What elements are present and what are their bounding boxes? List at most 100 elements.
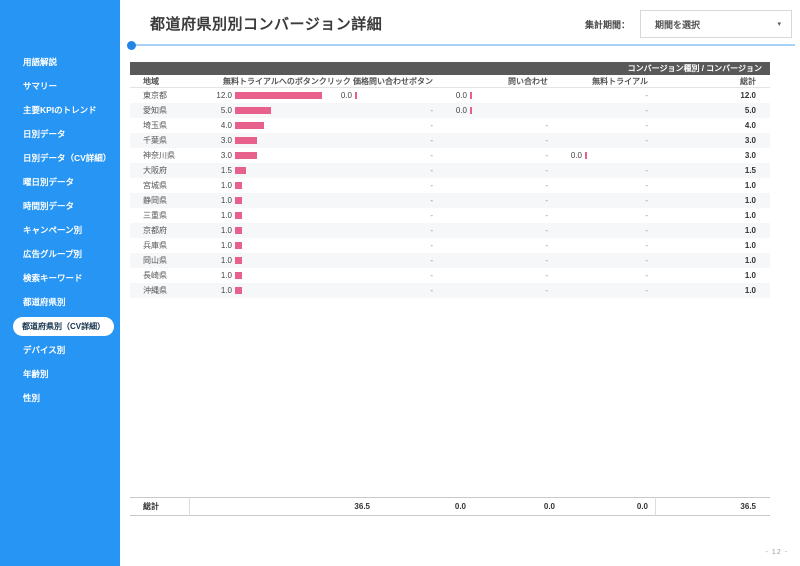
metric-cell-empty: - [330, 253, 445, 268]
total-cell: 1.0 [660, 193, 770, 208]
metric-cell: 4.0 [210, 118, 330, 133]
total-cell: 4.0 [660, 118, 770, 133]
table-header-row: 地域無料トライアルへのボタンクリック価格問い合わせボタン問い合わせ無料トライアル… [130, 75, 770, 88]
table-row: 埼玉県4.0---4.0 [130, 118, 770, 133]
table-row: 沖縄県1.0---1.0 [130, 283, 770, 298]
bar-track [232, 137, 330, 144]
sidebar-item-active[interactable]: 都道府県別（CV詳細） [0, 314, 120, 338]
total-cell: 3.0 [660, 148, 770, 163]
total-cell: 1.0 [660, 178, 770, 193]
metric-cell-empty: - [560, 283, 660, 298]
bar-track [232, 227, 330, 234]
bar-track [232, 287, 330, 294]
sidebar-item[interactable]: 検索キーワード [0, 266, 120, 290]
total-cell: 1.0 [660, 223, 770, 238]
metric-cell-empty: - [330, 208, 445, 223]
metric-cell: 5.0 [210, 103, 330, 118]
sidebar-item[interactable]: 広告グループ別 [0, 242, 120, 266]
metric-cell-empty: - [330, 133, 445, 148]
metric-cell: 1.5 [210, 163, 330, 178]
total-cell: 12.0 [660, 88, 770, 103]
conversion-report: コンバージョン種別 / コンバージョン 地域無料トライアルへのボタンクリック価格… [130, 62, 770, 516]
region-cell: 兵庫県 [130, 238, 210, 253]
sidebar-item[interactable]: 曜日別データ [0, 170, 120, 194]
metric-value: 5.0 [210, 106, 232, 115]
total-cell: 1.0 [660, 268, 770, 283]
metric-cell-empty: - [445, 193, 560, 208]
bar-track [232, 107, 330, 114]
total-cell: 1.0 [660, 253, 770, 268]
metric-cell: 1.0 [210, 178, 330, 193]
sidebar-nav: 用語解説サマリー主要KPIのトレンド日別データ日別データ（CV詳細） 曜日別データ… [0, 0, 120, 410]
main-content: 都道府県別別コンバージョン詳細 集計期間： 期間を選択 ▾ コンバージョン種別 … [120, 0, 800, 566]
total-cell: 1.0 [660, 208, 770, 223]
sidebar-item[interactable]: 主要KPIのトレンド [0, 98, 120, 122]
metric-cell-empty: - [445, 133, 560, 148]
bar [235, 212, 242, 219]
bar [235, 152, 257, 159]
metric-cell-empty: - [560, 103, 660, 118]
metric-cell: 1.0 [210, 193, 330, 208]
app-window: 用語解説サマリー主要KPIのトレンド日別データ日別データ（CV詳細） 曜日別データ… [0, 0, 800, 566]
table-row: 長崎県1.0---1.0 [130, 268, 770, 283]
page-number: - 12 - [766, 549, 788, 556]
totals-value: 36.5 [190, 497, 372, 516]
sidebar-item[interactable]: デバイス別 [0, 338, 120, 362]
bar [235, 242, 242, 249]
metric-cell: 1.0 [210, 253, 330, 268]
metric-cell-empty: - [445, 268, 560, 283]
metric-cell: 1.0 [210, 208, 330, 223]
bar-track [232, 197, 330, 204]
metric-cell-empty: - [445, 163, 560, 178]
sidebar-item-label: 年齢別 [23, 368, 49, 380]
sidebar-item[interactable]: 時間別データ [0, 194, 120, 218]
sidebar: 用語解説サマリー主要KPIのトレンド日別データ日別データ（CV詳細） 曜日別データ… [0, 0, 120, 566]
sidebar-item-label: 時間別データ [23, 200, 74, 212]
table-row: 宮城県1.0---1.0 [130, 178, 770, 193]
metric-cell-empty: - [445, 223, 560, 238]
metric-cell-empty: - [560, 223, 660, 238]
bar [585, 152, 587, 159]
sidebar-item[interactable]: 性別 [0, 386, 120, 410]
sidebar-item[interactable]: 年齢別 [0, 362, 120, 386]
metric-cell-empty: - [445, 118, 560, 133]
metric-value: 1.0 [210, 226, 232, 235]
metric-cell-empty: - [330, 268, 445, 283]
metric-cell-empty: - [445, 238, 560, 253]
metric-value: 1.5 [210, 166, 232, 175]
region-cell: 静岡県 [130, 193, 210, 208]
column-header: 地域 [130, 76, 210, 87]
region-cell: 大阪府 [130, 163, 210, 178]
metric-cell: 1.0 [210, 268, 330, 283]
sidebar-item[interactable]: 日別データ [0, 122, 120, 146]
period-label: 集計期間： [585, 18, 630, 31]
bar-track [232, 212, 330, 219]
metric-cell-empty: - [445, 178, 560, 193]
totals-value: 0.0 [557, 497, 655, 516]
sidebar-item[interactable]: 都道府県別 [0, 290, 120, 314]
sidebar-item[interactable]: 用語解説 [0, 50, 120, 74]
region-cell: 長崎県 [130, 268, 210, 283]
metric-value: 1.0 [210, 181, 232, 190]
sidebar-item-label: 日別データ（CV詳細） [23, 152, 111, 164]
sidebar-item-label: 日別データ [23, 128, 66, 140]
metric-value: 1.0 [210, 286, 232, 295]
region-cell: 愛知県 [130, 103, 210, 118]
metric-cell: 12.0 [210, 88, 330, 103]
sidebar-item[interactable]: サマリー [0, 74, 120, 98]
metric-cell: 0.0 [445, 103, 560, 118]
metric-cell-empty: - [330, 148, 445, 163]
table-spacer [130, 298, 770, 497]
period-select[interactable]: 期間を選択 ▾ [640, 10, 792, 38]
sidebar-item[interactable]: キャンペーン別 [0, 218, 120, 242]
metric-cell: 0.0 [330, 88, 445, 103]
sidebar-item[interactable]: 日別データ（CV詳細） [0, 146, 120, 170]
metric-cell-empty: - [560, 133, 660, 148]
metric-cell-empty: - [445, 148, 560, 163]
bar-track [232, 167, 330, 174]
region-cell: 三重県 [130, 208, 210, 223]
table-row: 静岡県1.0---1.0 [130, 193, 770, 208]
metric-cell-empty: - [330, 103, 445, 118]
metric-cell-empty: - [560, 268, 660, 283]
bar-track [232, 272, 330, 279]
